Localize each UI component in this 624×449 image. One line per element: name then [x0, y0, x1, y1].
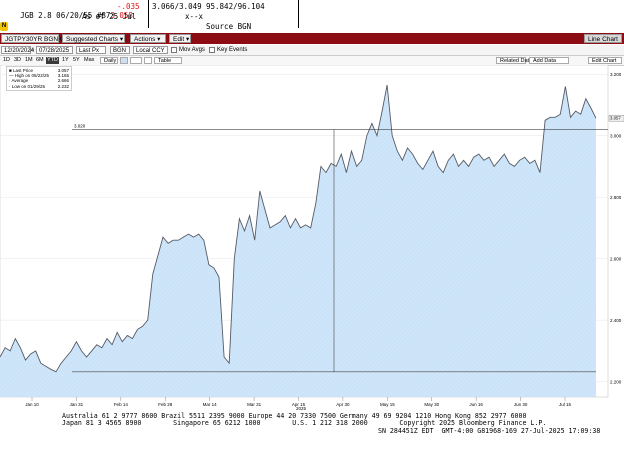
divider: [148, 0, 149, 28]
suggested-charts-button[interactable]: Suggested Charts ▾: [62, 34, 125, 43]
level-line-label: 3.020: [74, 124, 86, 129]
y-tick-label: 3.000: [610, 134, 622, 139]
toolbar: JGTPY30YR BGN C Suggested Charts ▾ Actio…: [0, 33, 624, 44]
divider: [298, 0, 299, 28]
actions-label: Actions: [134, 36, 156, 43]
line-chart-button[interactable]: Line Chart: [584, 34, 622, 43]
x-tick-label: Feb 28: [158, 402, 173, 407]
table-toggle[interactable]: Table: [154, 57, 182, 64]
source-label: Source BGN: [206, 22, 252, 31]
x-tick-label: Jul 15: [559, 402, 572, 407]
x-tick-label: Mar 31: [247, 402, 262, 407]
period-1m[interactable]: 1M: [24, 57, 34, 64]
mov-avgs-label: Mov Avgs: [179, 47, 205, 53]
compare-toggle[interactable]: [130, 57, 142, 64]
x-tick-label: Jan 10: [25, 402, 39, 407]
price-change: -.035: [117, 2, 140, 11]
edit-button[interactable]: Edit ▾: [169, 34, 191, 43]
key-events-label: Key Events: [217, 47, 248, 53]
news-badge[interactable]: N: [0, 22, 8, 31]
period-1d[interactable]: 1D: [2, 57, 11, 64]
source-select[interactable]: BGN: [110, 46, 130, 54]
quote-header: JGB 2.8 06/20/55 #873.058 -.035 3.066/3.…: [0, 0, 624, 34]
related-data-select[interactable]: Related Data: [496, 57, 532, 64]
y-tick-label: 2.600: [610, 257, 622, 262]
y-tick-label: 2.200: [610, 380, 622, 385]
chart-type-toggle[interactable]: [120, 57, 128, 64]
edit-chart-button[interactable]: Edit Chart: [588, 57, 622, 64]
legend-item: · Low on 01/29/25 2.232: [9, 84, 69, 89]
key-events-checkbox[interactable]: [209, 47, 215, 53]
footer: Australia 61 2 9777 8600 Brazil 5511 239…: [0, 410, 624, 449]
last-price-marker-label: 3.057: [610, 116, 621, 121]
mov-avgs-checkbox[interactable]: [171, 47, 177, 53]
bar-toggle[interactable]: [144, 57, 152, 64]
footer-session: SN 284451Z EDT GMT-4:00 G81968-169 27-Ju…: [378, 427, 601, 435]
actions-button[interactable]: Actions ▾: [130, 34, 166, 43]
bid-ask: 3.066/3.049: [152, 2, 202, 11]
x-tick-label: May 30: [424, 402, 439, 407]
chevron-down-icon: ▾: [119, 36, 124, 43]
ticker-field[interactable]: JGTPY30YR BGN C: [1, 34, 65, 43]
y-tick-label: 2.400: [610, 318, 622, 323]
x-tick-label: Jun 30: [514, 402, 528, 407]
period-max[interactable]: Max: [83, 57, 95, 64]
x-tick-label: Apr 30: [336, 402, 350, 407]
chevron-down-icon: ▾: [157, 36, 161, 43]
x-tick-label: Mar 14: [203, 402, 218, 407]
legend-label: · Low on 01/29/25: [9, 83, 46, 89]
price-chart[interactable]: 3.020 3.057 3.200 3.000 2.800 2.600 2.400 2.20…: [0, 65, 624, 410]
suggested-charts-label: Suggested Charts: [66, 36, 119, 43]
period-5y[interactable]: 5Y: [72, 57, 81, 64]
x-tick-label: May 15: [380, 402, 395, 407]
period-1y[interactable]: 1Y: [61, 57, 70, 64]
xx-indicator: x--x: [185, 12, 204, 21]
footer-contacts-2: Japan 81 3 4565 8900 Singapore 65 6212 1…: [62, 419, 547, 427]
price-range: 95.842/96.104: [206, 2, 265, 11]
end-date-input[interactable]: 07/28/2025: [36, 46, 73, 54]
date-separator: -: [32, 47, 34, 53]
price-type-select[interactable]: Last Px: [76, 46, 106, 54]
start-date-input[interactable]: 12/20/2024: [1, 46, 34, 54]
date-controls: 12/20/2024 - 07/28/2025 Last Px BGN Loca…: [0, 45, 624, 56]
period-6m[interactable]: 6M: [35, 57, 45, 64]
x-tick-label: Jan 31: [70, 402, 84, 407]
x-tick-label: Jun 16: [469, 402, 483, 407]
chevron-down-icon: ▾: [186, 36, 190, 43]
y-tick-label: 2.800: [610, 195, 622, 200]
as-of-date: As of 25 Jul: [82, 12, 137, 21]
x-tick-label: Feb 14: [114, 402, 129, 407]
frequency-select[interactable]: Daily: [100, 57, 118, 64]
currency-select[interactable]: Local CCY: [133, 46, 168, 54]
period-3d[interactable]: 3D: [13, 57, 22, 64]
edit-label: Edit: [173, 36, 185, 43]
y-tick-label: 3.200: [610, 72, 622, 77]
add-data-button[interactable]: Add Data: [529, 57, 569, 64]
chart-legend: ■ Last Price 3.057— High on 05/22/25 3.165…: [6, 66, 72, 91]
legend-value: 2.232: [57, 83, 69, 89]
period-ytd[interactable]: YTD: [46, 57, 59, 64]
